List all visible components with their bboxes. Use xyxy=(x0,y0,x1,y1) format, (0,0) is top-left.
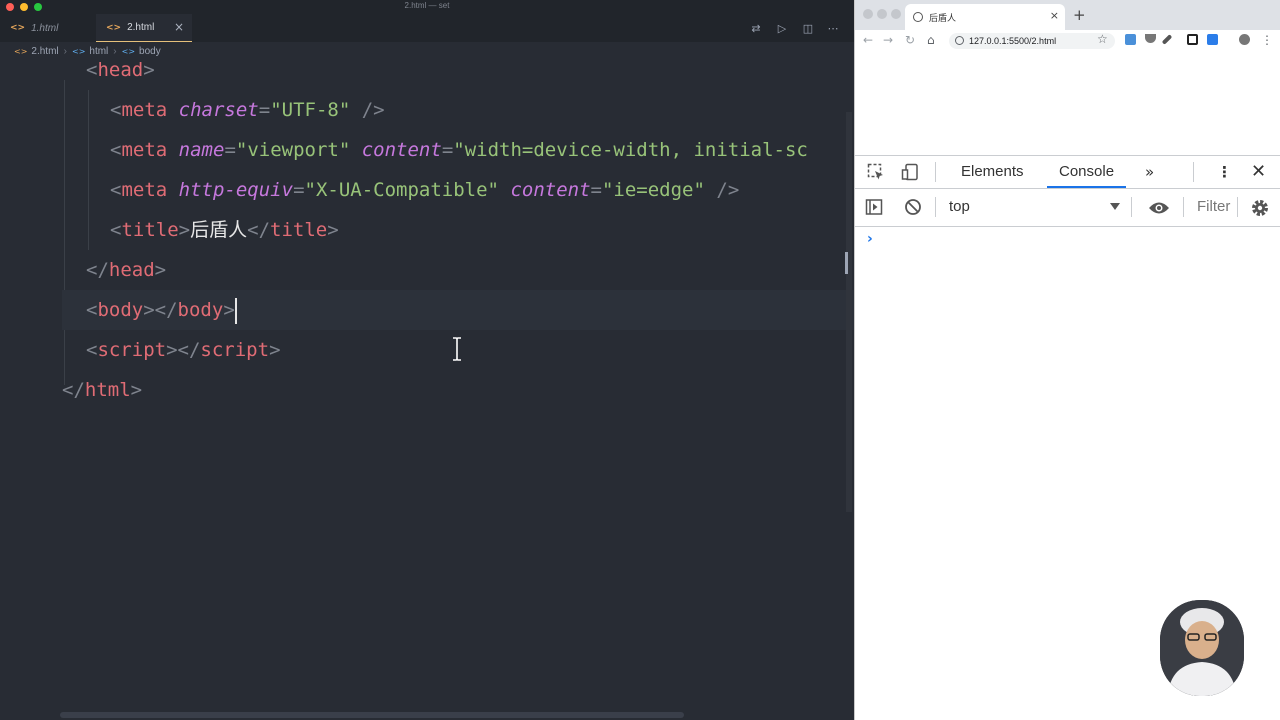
presenter-avatar xyxy=(1160,600,1244,696)
live-expression-eye-icon[interactable] xyxy=(1148,199,1170,217)
profile-avatar-icon[interactable] xyxy=(1239,34,1250,45)
vue-devtools-icon[interactable] xyxy=(1207,34,1218,45)
home-icon[interactable]: ⌂ xyxy=(927,33,935,47)
console-prompt[interactable]: › xyxy=(867,231,873,247)
code-line: <meta http-equiv="X-UA-Compatible" conte… xyxy=(110,179,740,201)
browser-tab-strip: 后盾人 × + xyxy=(855,0,1280,30)
context-selector[interactable]: top xyxy=(949,198,970,215)
filter-input[interactable]: Filter xyxy=(1197,198,1233,215)
site-info-icon[interactable] xyxy=(955,36,964,45)
divider xyxy=(935,197,936,217)
compare-changes-icon[interactable]: ⇄ xyxy=(748,20,764,36)
browser-toolbar: ← → ↻ ⌂ 127.0.0.1:5500/2.html ☆ ⋮ xyxy=(855,30,1280,52)
devtools-menu-icon[interactable]: ⋮ xyxy=(1217,156,1232,188)
code-area[interactable]: <head> <meta charset="UTF-8" /> <meta na… xyxy=(0,50,854,710)
code-line: <meta charset="UTF-8" /> xyxy=(110,99,385,121)
ibeam-cursor-icon xyxy=(453,337,461,361)
html-file-icon: <> xyxy=(106,22,122,33)
back-icon[interactable]: ← xyxy=(863,33,873,47)
code-line: <title>后盾人</title> xyxy=(110,219,339,241)
browser-tab[interactable]: 后盾人 × xyxy=(905,4,1065,30)
tab-2-html[interactable]: <> 2.html × xyxy=(96,14,192,42)
show-sidebar-icon[interactable] xyxy=(865,198,883,216)
code-line-current: <body></body> xyxy=(62,290,854,330)
split-editor-icon[interactable]: ◫ xyxy=(800,20,816,36)
new-tab-icon[interactable]: + xyxy=(1073,6,1086,24)
code-line: <head> xyxy=(86,59,155,81)
zoom-window-button[interactable] xyxy=(891,9,901,19)
tab-label: 2.html xyxy=(127,22,155,33)
more-tabs-icon[interactable]: » xyxy=(1145,156,1154,188)
editor-tab-bar: <> 1.html <> 2.html × ⇄ ▷ ◫ ⋯ xyxy=(0,14,854,42)
tab-elements[interactable]: Elements xyxy=(961,156,1024,188)
screenshot-icon[interactable] xyxy=(1187,34,1198,45)
extension-icon[interactable] xyxy=(1125,34,1136,45)
html-file-icon: <> xyxy=(10,23,26,33)
minimize-window-button[interactable] xyxy=(877,9,887,19)
divider xyxy=(1237,197,1238,217)
close-tab-icon[interactable]: × xyxy=(1050,9,1059,22)
dropdown-arrow-icon[interactable] xyxy=(1110,203,1120,210)
tab-1-html[interactable]: <> 1.html xyxy=(0,14,92,42)
divider xyxy=(1183,197,1184,217)
forward-icon[interactable]: → xyxy=(883,33,893,47)
run-icon[interactable]: ▷ xyxy=(774,20,790,36)
text-cursor xyxy=(234,297,237,324)
tab-console[interactable]: Console xyxy=(1047,156,1127,188)
inspect-element-icon[interactable] xyxy=(867,163,885,181)
globe-icon xyxy=(913,12,923,22)
code-line: </head> xyxy=(86,259,167,281)
code-line: </html> xyxy=(62,379,143,401)
window-title: 2.html — set xyxy=(404,1,450,10)
horizontal-scrollbar[interactable] xyxy=(60,712,684,718)
browser-tab-title: 后盾人 xyxy=(929,12,957,23)
clear-console-icon[interactable] xyxy=(904,198,922,216)
tab-label: 1.html xyxy=(31,22,59,34)
more-actions-icon[interactable]: ⋯ xyxy=(825,20,841,36)
url-text: 127.0.0.1:5500/2.html xyxy=(969,36,1057,46)
code-line: <script></script> xyxy=(86,339,281,361)
eyedropper-icon[interactable] xyxy=(1161,34,1173,45)
divider xyxy=(1193,162,1194,182)
divider xyxy=(935,162,936,182)
close-window-button[interactable] xyxy=(863,9,873,19)
bookmark-star-icon[interactable]: ☆ xyxy=(1097,32,1108,46)
code-line: <meta name="viewport" content="width=dev… xyxy=(110,139,808,161)
close-tab-icon[interactable]: × xyxy=(174,20,184,34)
code-editor[interactable]: 2.html — set <> 1.html <> 2.html × ⇄ ▷ ◫… xyxy=(0,0,854,720)
address-bar[interactable]: 127.0.0.1:5500/2.html xyxy=(949,33,1115,49)
window-titlebar: 2.html — set xyxy=(0,0,854,14)
device-toolbar-icon[interactable] xyxy=(901,163,919,181)
filter-extension-icon[interactable] xyxy=(1145,34,1156,43)
webcam-overlay xyxy=(1160,600,1244,696)
vertical-scrollbar[interactable] xyxy=(846,112,852,512)
reload-icon[interactable]: ↻ xyxy=(905,33,915,47)
devtools-tab-bar: Elements Console » ⋮ ✕ xyxy=(855,156,1280,189)
close-devtools-icon[interactable]: ✕ xyxy=(1251,156,1266,188)
scrollbar-cursor-marker xyxy=(845,252,848,274)
browser-menu-icon[interactable]: ⋮ xyxy=(1261,33,1273,47)
page-viewport[interactable] xyxy=(855,52,1280,155)
console-toolbar: top Filter xyxy=(855,189,1280,227)
divider xyxy=(1131,197,1132,217)
console-settings-gear-icon[interactable] xyxy=(1250,198,1270,218)
